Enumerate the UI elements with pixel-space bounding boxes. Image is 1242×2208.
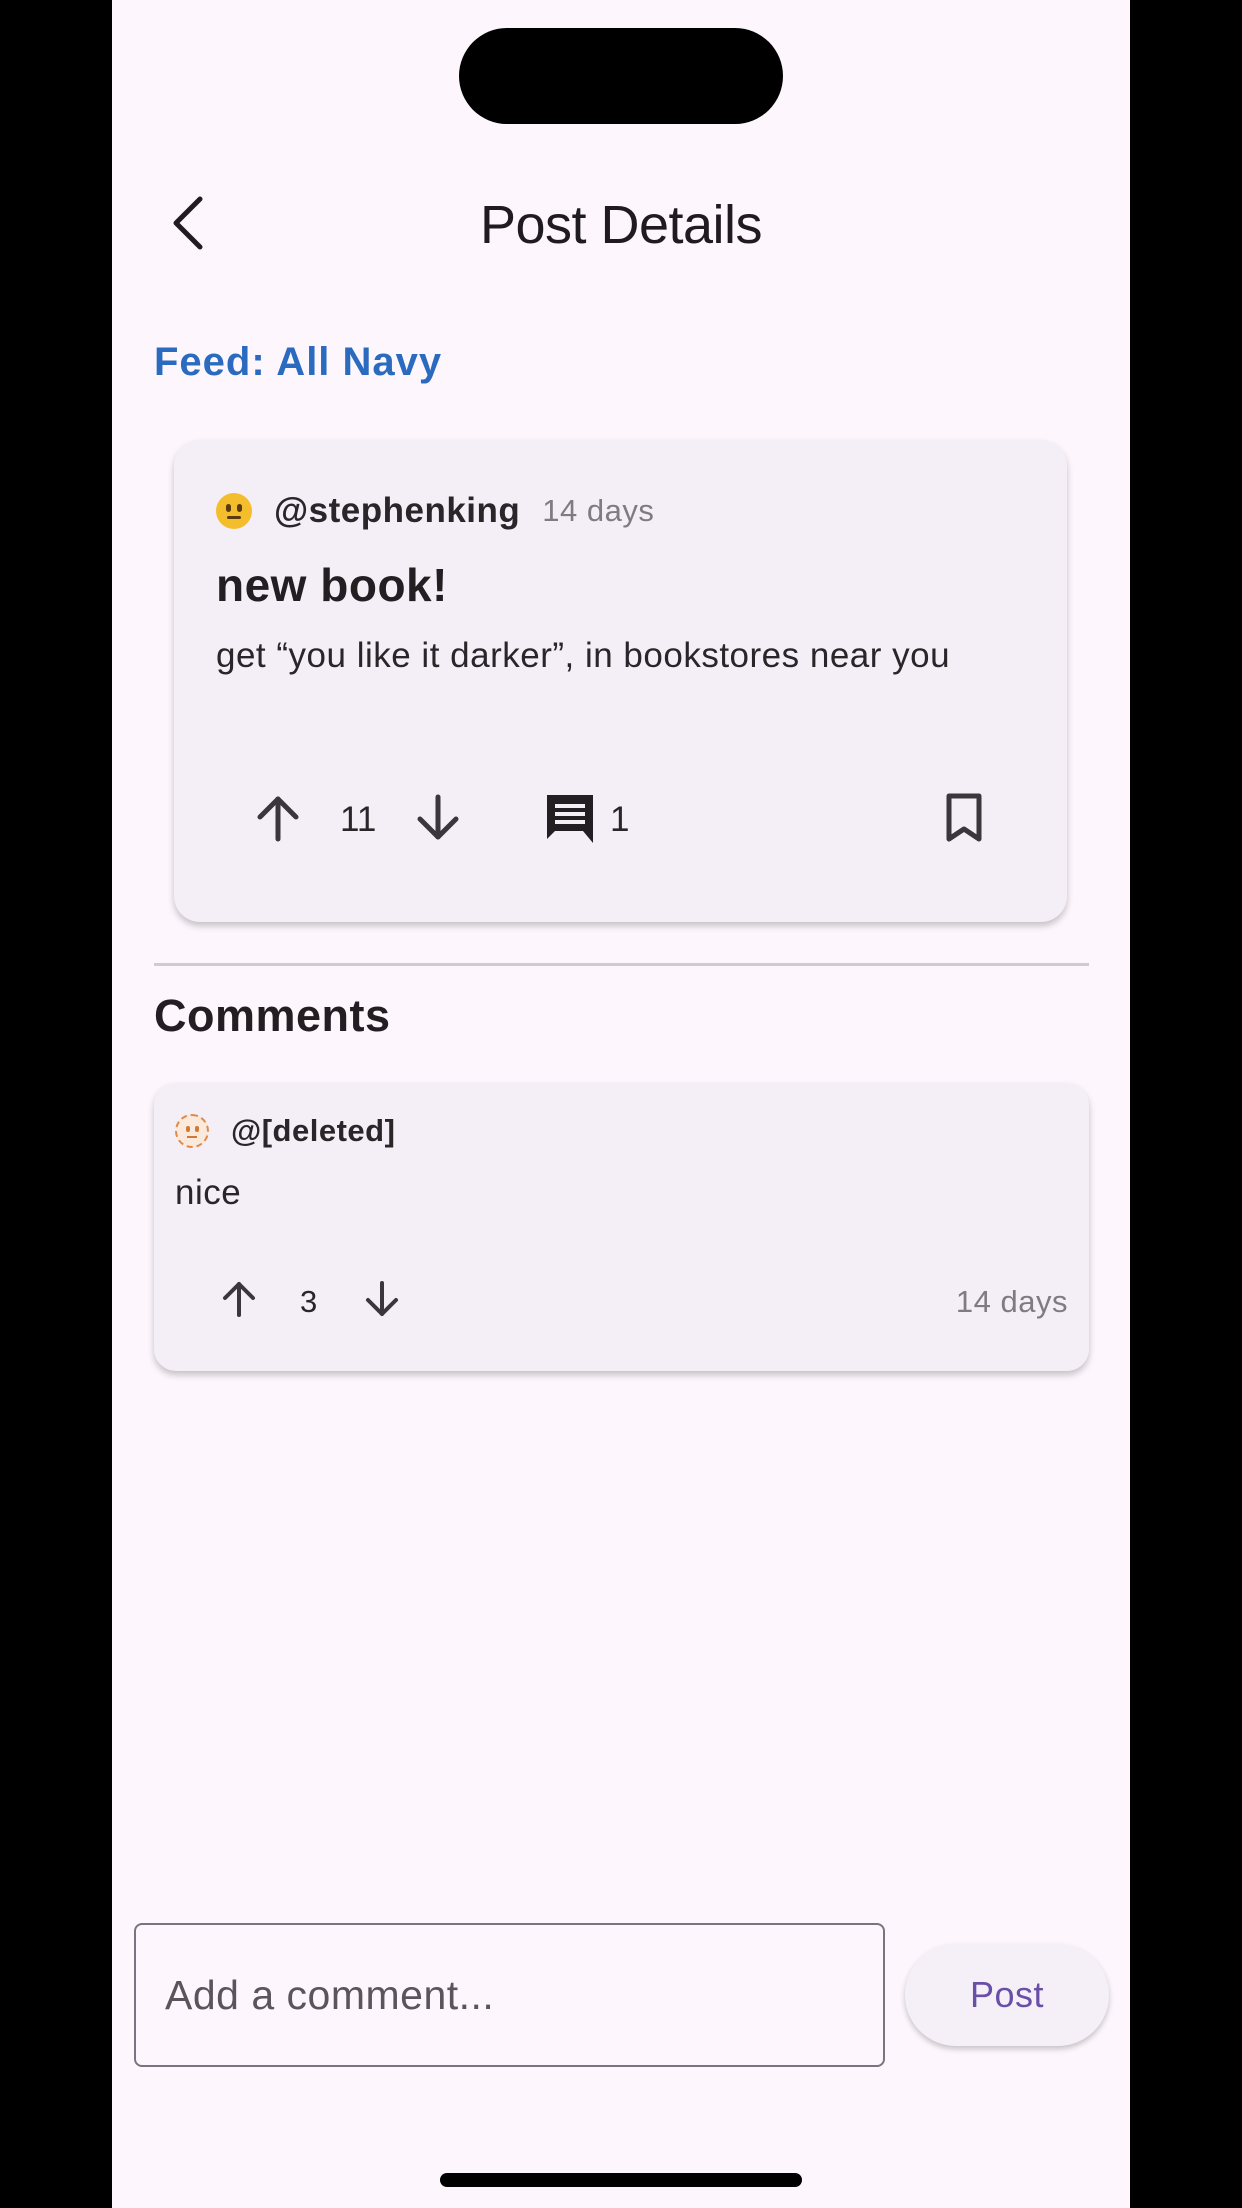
page-title: Post Details	[479, 195, 763, 255]
arrow-down-icon	[364, 1279, 400, 1324]
comment-icon	[543, 791, 597, 850]
comment-card: @[deleted] nice 3 14 days	[154, 1083, 1089, 1371]
neutral-face-emoji-icon	[216, 493, 252, 529]
post-timestamp: 14 days	[542, 493, 655, 528]
home-indicator	[440, 2173, 802, 2187]
dynamic-island	[459, 28, 783, 124]
comment-actions: 3 14 days	[154, 1268, 1089, 1338]
dotted-neutral-face-emoji-icon	[175, 1114, 209, 1148]
post-score: 11	[340, 800, 377, 839]
comments-button[interactable]	[540, 790, 600, 850]
post-header: @stephenking 14 days	[216, 488, 654, 534]
arrow-down-icon	[415, 793, 461, 848]
section-divider	[154, 963, 1089, 966]
arrow-up-icon	[255, 793, 301, 848]
upvote-button[interactable]	[248, 790, 308, 850]
arrow-up-icon	[221, 1279, 257, 1324]
comment-text: nice	[175, 1173, 242, 1212]
downvote-button[interactable]	[408, 790, 468, 850]
comment-author[interactable]: @[deleted]	[231, 1113, 395, 1149]
post-card: @stephenking 14 days new book! get “you …	[174, 440, 1067, 922]
bookmark-icon	[944, 792, 984, 849]
post-comment-button[interactable]: Post	[905, 1944, 1109, 2046]
comment-header: @[deleted]	[175, 1111, 395, 1151]
post-author[interactable]: @stephenking	[274, 491, 520, 531]
post-actions: 11 1	[174, 780, 1067, 860]
comments-heading: Comments	[154, 990, 391, 1041]
comment-upvote-button[interactable]	[214, 1276, 264, 1326]
bookmark-button[interactable]	[934, 790, 994, 850]
app-screen: Post Details Feed: All Navy @stephenking…	[112, 0, 1130, 2208]
post-title: new book!	[216, 559, 448, 611]
comment-timestamp: 14 days	[955, 1284, 1068, 1319]
post-comment-count: 1	[610, 800, 630, 839]
comment-downvote-button[interactable]	[357, 1276, 407, 1326]
post-body: get “you like it darker”, in bookstores …	[216, 636, 951, 675]
comment-input[interactable]	[134, 1923, 885, 2067]
comment-score: 3	[300, 1284, 318, 1319]
feed-link[interactable]: Feed: All Navy	[154, 340, 442, 385]
